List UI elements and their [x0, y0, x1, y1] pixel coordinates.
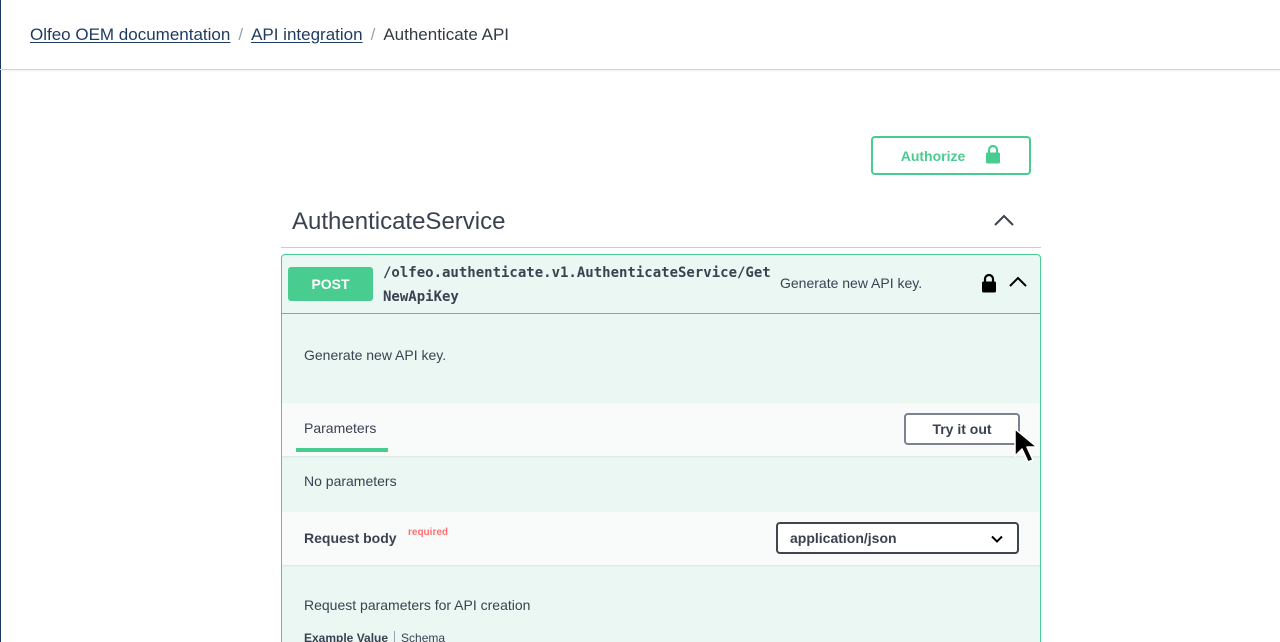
authorize-label: Authorize [900, 147, 966, 164]
breadcrumb-link-api-integration[interactable]: API integration [251, 25, 363, 45]
mouse-pointer-icon [1012, 426, 1048, 471]
operation-path: /olfeo.authenticate.v1.AuthenticateServi… [383, 265, 771, 305]
tab-schema[interactable]: Schema [395, 631, 445, 642]
operation-description: Generate new API key. [304, 347, 447, 363]
lock-icon [985, 144, 1001, 167]
operation-summary-text: Generate new API key. [780, 275, 923, 291]
request-body-description: Request parameters for API creation [304, 597, 531, 613]
required-marker: required [408, 527, 449, 538]
operation-summary[interactable]: POST /olfeo.authenticate.v1.Authenticate… [282, 255, 1040, 314]
request-body-label: Request body [304, 530, 397, 546]
breadcrumb-separator: / [238, 24, 244, 44]
method-badge: POST [288, 267, 373, 301]
tag-section-header[interactable]: AuthenticateService [281, 197, 1041, 248]
chevron-up-icon[interactable] [1008, 275, 1028, 294]
breadcrumb-current: Authenticate API [383, 24, 510, 44]
page: Olfeo OEM documentation / API integratio… [0, 0, 1280, 642]
breadcrumb: Olfeo OEM documentation / API integratio… [0, 0, 1280, 70]
tab-example-value[interactable]: Example Value [304, 631, 396, 642]
tag-title: AuthenticateService [292, 208, 506, 235]
operation-block: POST /olfeo.authenticate.v1.Authenticate… [281, 254, 1041, 642]
authorize-button[interactable]: Authorize [871, 136, 1031, 175]
tab-parameters[interactable]: Parameters [304, 420, 376, 436]
chevron-up-icon[interactable] [993, 213, 1015, 232]
no-parameters-text: No parameters [304, 473, 397, 489]
breadcrumb-separator: / [370, 24, 376, 44]
breadcrumb-link-olfeo-oem-documentation[interactable]: Olfeo OEM documentation [30, 25, 230, 45]
request-body-header: Request body required application/json [282, 512, 1040, 565]
chevron-down-icon [991, 530, 1003, 546]
lock-icon[interactable] [981, 273, 997, 298]
content-type-select[interactable]: application/json [776, 522, 1019, 554]
left-divider [0, 0, 1, 642]
example-schema-tabs: Example Value Schema [304, 631, 445, 642]
tab-active-indicator [296, 448, 388, 452]
content-type-value: application/json [790, 530, 897, 546]
try-it-out-button[interactable]: Try it out [904, 413, 1020, 445]
parameters-header: Parameters Try it out [282, 403, 1040, 456]
